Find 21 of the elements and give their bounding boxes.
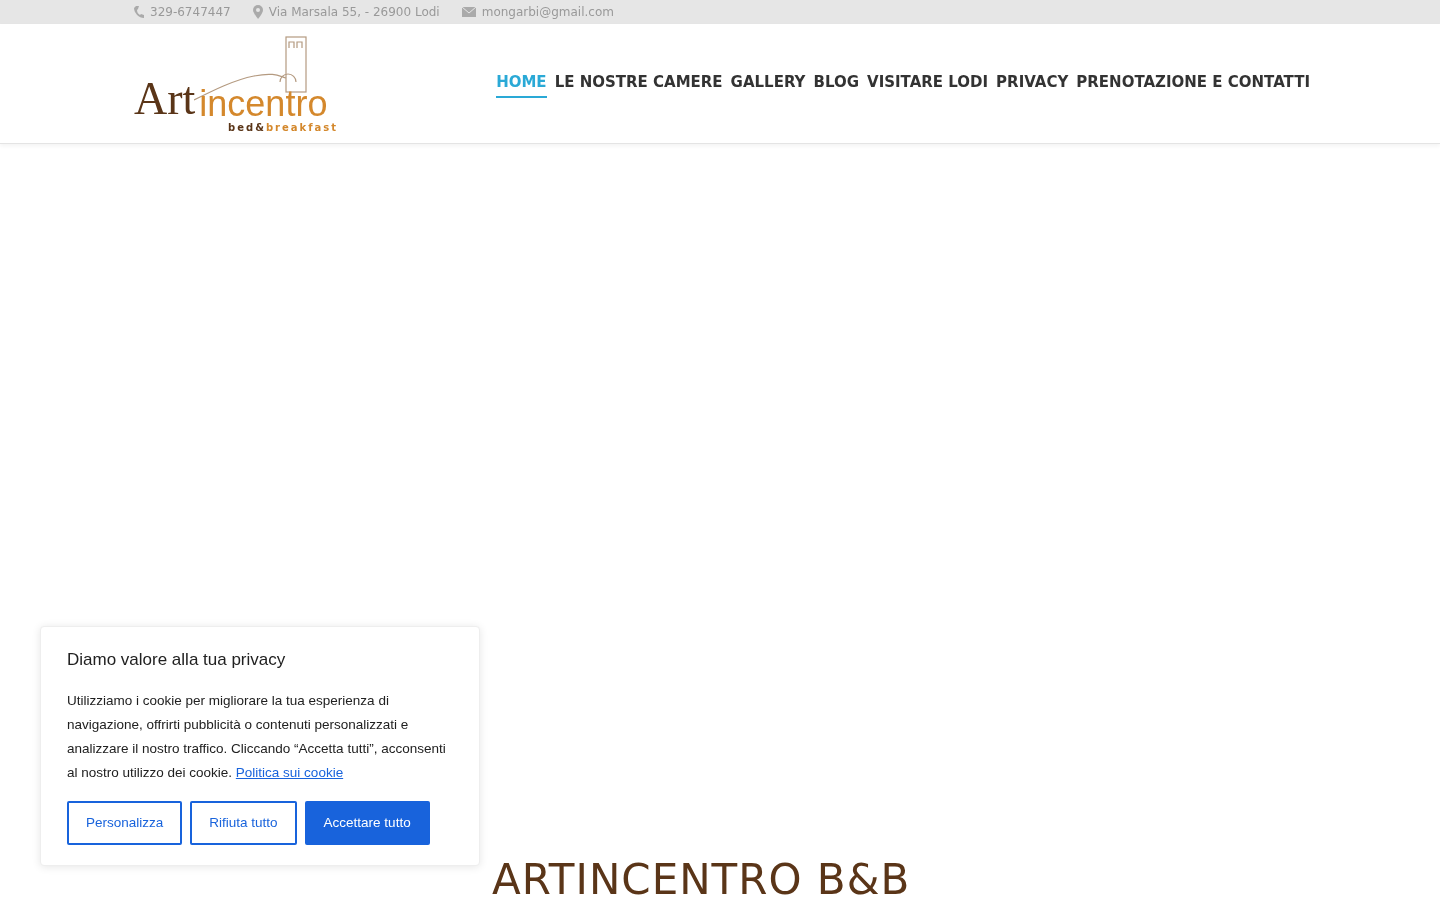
location-pin-icon [252, 5, 263, 19]
cookie-button[interactable]: Rifiuta tutto [190, 800, 297, 845]
cookie-button[interactable]: Personalizza [67, 800, 183, 845]
logo-text: incentro [199, 85, 328, 122]
page-heading: ARTINCENTRO B&B [492, 854, 911, 900]
logo-tagline: bed&breakfast [228, 120, 338, 135]
cookie-text: Utilizziamo i cookie per migliorare la tua esperienza di navigazione, offrirti pubblicità o contenuti personalizzati e analizzare il nostro traffico. Cliccando “Accetta tutti”, acconsenti al nostro utilizzo dei cookie. Politica sui cookie [67, 691, 447, 782]
cookie-title: Diamo valore alla tua privacy [67, 649, 287, 671]
logo-text: Art [134, 75, 196, 122]
nav-link[interactable]: PRIVACY [996, 69, 1069, 98]
phone-icon [134, 5, 144, 19]
nav-link[interactable]: BLOG [813, 69, 860, 98]
cookie-policy-link[interactable]: Politica sui cookie [235, 764, 344, 780]
cookie-button[interactable]: Accettare tutto [304, 800, 430, 845]
phone-number: 329-6747447 [150, 4, 231, 21]
nav-link[interactable]: LE NOSTRE CAMERE [554, 69, 723, 98]
envelope-icon [461, 7, 476, 17]
nav-link[interactable]: GALLERY [730, 69, 806, 98]
nav-link[interactable]: VISITARE LODI [867, 69, 989, 98]
nav-link[interactable]: PRENOTAZIONE E CONTATTI [1076, 69, 1310, 98]
address-text: Via Marsala 55, - 26900 Lodi [268, 4, 440, 21]
